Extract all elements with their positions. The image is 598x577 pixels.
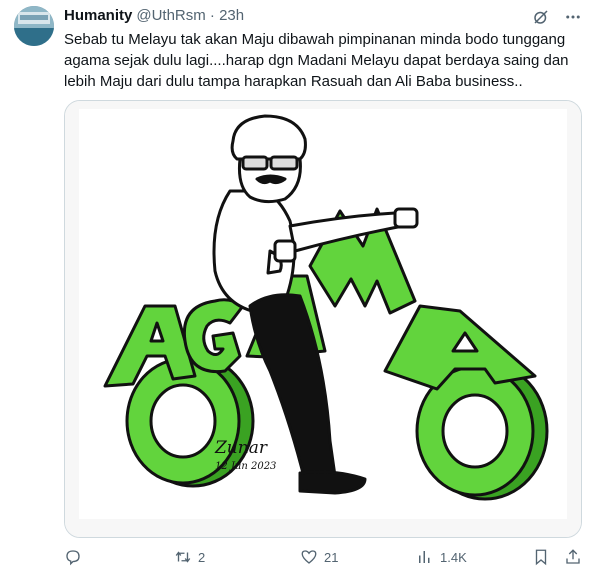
- like-icon: [300, 548, 318, 566]
- avatar[interactable]: [14, 6, 54, 46]
- bookmark-icon: [532, 548, 550, 566]
- handle[interactable]: @UthRsm: [136, 7, 205, 24]
- signature-text: Zunar: [214, 438, 268, 458]
- tweet-header: Humanity @UthRsm · 23h: [64, 6, 244, 26]
- retweet-count: 2: [198, 549, 206, 565]
- tweet-image[interactable]: Zunar 12 Jun 2023: [64, 100, 582, 538]
- timestamp[interactable]: 23h: [219, 7, 244, 24]
- bookmark-button[interactable]: [532, 548, 550, 566]
- tweet-actions: 2 21 1.4K: [64, 546, 584, 570]
- tweet[interactable]: Humanity @UthRsm · 23h Sebab tu Melayu ta…: [0, 0, 598, 577]
- tweet-text: Sebab tu Melayu tak akan Maju dibawah pi…: [64, 31, 569, 90]
- views-icon: [416, 548, 434, 566]
- reply-icon: [64, 548, 82, 566]
- grok-icon[interactable]: [532, 8, 550, 26]
- share-icon: [564, 548, 582, 566]
- share-button[interactable]: [564, 548, 582, 566]
- display-name[interactable]: Humanity: [64, 7, 132, 24]
- separator: ·: [209, 7, 215, 24]
- reply-button[interactable]: [64, 548, 88, 566]
- retweet-icon: [174, 548, 192, 566]
- like-count: 21: [324, 549, 339, 565]
- signature-date: 12 Jun 2023: [215, 461, 276, 472]
- view-count: 1.4K: [440, 549, 467, 565]
- tweet-top-actions: [532, 8, 582, 26]
- more-icon[interactable]: [564, 8, 582, 26]
- retweet-button[interactable]: 2: [174, 548, 205, 566]
- like-button[interactable]: 21: [300, 548, 338, 566]
- views-button[interactable]: 1.4K: [416, 548, 467, 566]
